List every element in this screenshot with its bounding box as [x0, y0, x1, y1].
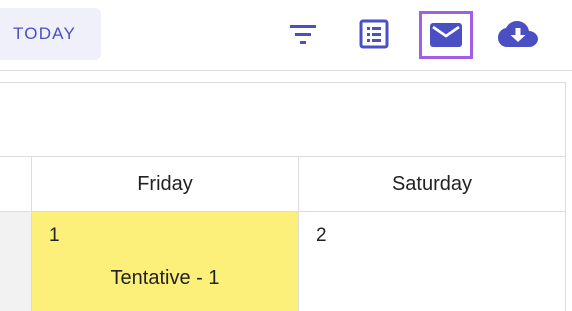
day-header-saturday: Saturday — [298, 157, 565, 212]
email-button[interactable] — [419, 11, 473, 59]
week-gutter-cell — [0, 212, 31, 311]
list-view-button[interactable] — [347, 9, 401, 59]
calendar-app: TODAY Friday Saturday 1 Tentative - 1 2 — [0, 0, 572, 311]
calendar-event[interactable]: Tentative - 1 — [32, 267, 298, 290]
day-cell-friday[interactable]: 1 Tentative - 1 — [31, 212, 298, 311]
week-row: 1 Tentative - 1 2 — [0, 212, 565, 311]
filter-button[interactable] — [276, 9, 330, 59]
calendar-grid: Friday Saturday 1 Tentative - 1 2 — [0, 82, 566, 311]
day-header-friday: Friday — [31, 157, 298, 212]
toolbar: TODAY — [0, 0, 572, 71]
day-cell-saturday[interactable]: 2 — [298, 212, 565, 311]
list-view-icon — [359, 19, 389, 49]
day-number: 2 — [316, 225, 327, 246]
filter-icon — [290, 25, 316, 44]
day-number: 1 — [49, 225, 60, 246]
day-header-row: Friday Saturday — [0, 156, 565, 212]
mail-icon — [430, 23, 462, 47]
cloud-download-icon — [498, 21, 538, 47]
download-button[interactable] — [491, 9, 545, 59]
today-button[interactable]: TODAY — [0, 8, 101, 60]
calendar-header-area — [0, 83, 565, 156]
